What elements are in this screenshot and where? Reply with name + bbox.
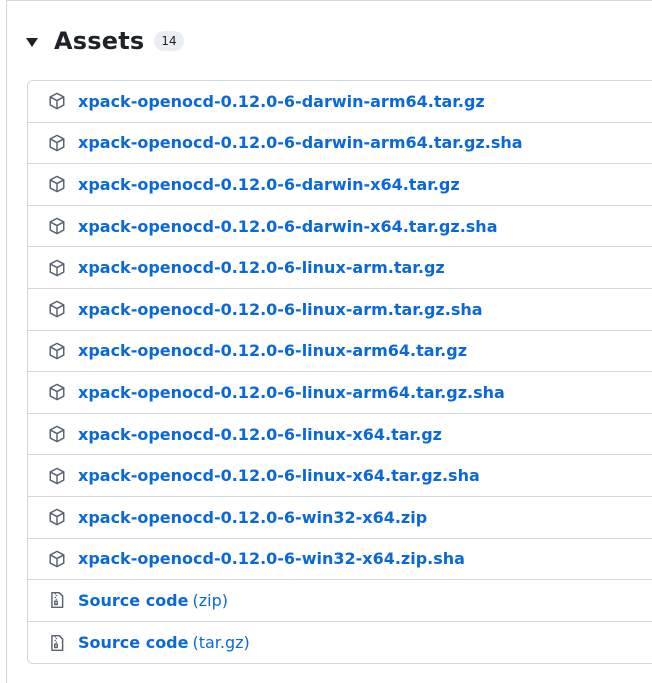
package-icon [48,259,66,277]
asset-link[interactable]: xpack-openocd-0.12.0-6-linux-arm.tar.gz [78,258,445,277]
source-code-format: (zip) [192,590,228,610]
assets-title: Assets [54,27,145,55]
asset-row: xpack-openocd-0.12.0-6-linux-arm.tar.gz [28,247,652,289]
asset-link[interactable]: xpack-openocd-0.12.0-6-linux-arm64.tar.g… [78,341,467,360]
asset-link[interactable]: xpack-openocd-0.12.0-6-linux-x64.tar.gz.… [78,466,480,485]
asset-row: xpack-openocd-0.12.0-6-linux-x64.tar.gz [28,414,652,456]
asset-row: xpack-openocd-0.12.0-6-darwin-arm64.tar.… [28,123,652,165]
asset-row: xpack-openocd-0.12.0-6-darwin-arm64.tar.… [28,81,652,123]
package-icon [48,342,66,360]
asset-link[interactable]: xpack-openocd-0.12.0-6-linux-arm64.tar.g… [78,383,505,402]
asset-link[interactable]: xpack-openocd-0.12.0-6-linux-arm.tar.gz.… [78,300,483,319]
asset-row: xpack-openocd-0.12.0-6-linux-arm64.tar.g… [28,331,652,373]
asset-link[interactable]: xpack-openocd-0.12.0-6-win32-x64.zip [78,508,427,527]
asset-row: xpack-openocd-0.12.0-6-win32-x64.zip.sha [28,539,652,581]
assets-header: Assets 14 [26,24,184,58]
asset-link[interactable]: xpack-openocd-0.12.0-6-darwin-arm64.tar.… [78,133,523,152]
asset-row: xpack-openocd-0.12.0-6-linux-x64.tar.gz.… [28,455,652,497]
file-zip-icon [48,591,66,609]
package-icon [48,467,66,485]
package-icon [48,425,66,443]
asset-link[interactable]: xpack-openocd-0.12.0-6-darwin-x64.tar.gz… [78,217,497,236]
source-code-zip-link[interactable]: Source code [78,591,188,610]
file-zip-icon [48,634,66,652]
asset-link[interactable]: xpack-openocd-0.12.0-6-linux-x64.tar.gz [78,425,442,444]
source-code-row: Source code (tar.gz) [28,622,652,663]
package-icon [48,217,66,235]
asset-row: xpack-openocd-0.12.0-6-win32-x64.zip [28,497,652,539]
source-code-format: (tar.gz) [192,633,250,653]
package-icon [48,92,66,110]
asset-link[interactable]: xpack-openocd-0.12.0-6-darwin-arm64.tar.… [78,92,485,111]
package-icon [48,175,66,193]
package-icon [48,508,66,526]
package-icon [48,134,66,152]
assets-list: xpack-openocd-0.12.0-6-darwin-arm64.tar.… [27,80,652,664]
asset-link[interactable]: xpack-openocd-0.12.0-6-win32-x64.zip.sha [78,549,465,568]
asset-row: xpack-openocd-0.12.0-6-darwin-x64.tar.gz… [28,206,652,248]
package-icon [48,550,66,568]
caret-down-icon[interactable] [26,37,38,47]
package-icon [48,300,66,318]
asset-row: xpack-openocd-0.12.0-6-darwin-x64.tar.gz [28,164,652,206]
source-code-targz-link[interactable]: Source code [78,633,188,652]
assets-count-badge: 14 [154,31,184,51]
asset-row: xpack-openocd-0.12.0-6-linux-arm.tar.gz.… [28,289,652,331]
source-code-row: Source code (zip) [28,580,652,622]
asset-row: xpack-openocd-0.12.0-6-linux-arm64.tar.g… [28,372,652,414]
package-icon [48,383,66,401]
asset-link[interactable]: xpack-openocd-0.12.0-6-darwin-x64.tar.gz [78,175,460,194]
